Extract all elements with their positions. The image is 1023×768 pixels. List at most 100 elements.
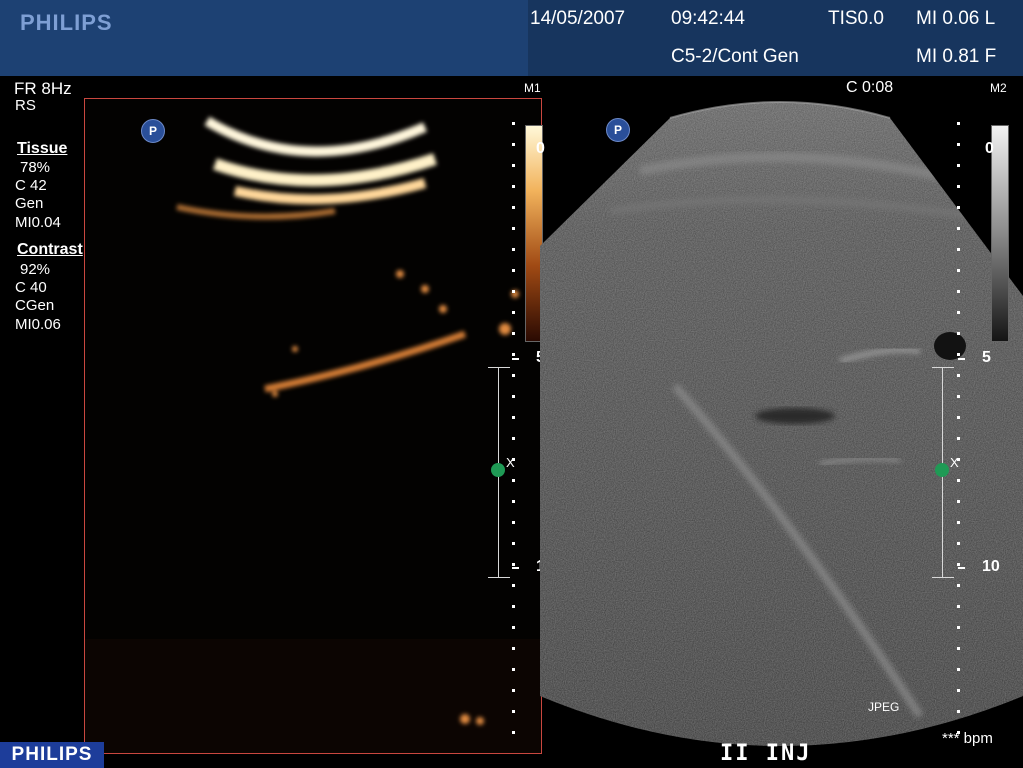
right-depth-dot [957, 248, 960, 251]
right-depth-dot [957, 290, 960, 293]
right-depth-dot [957, 626, 960, 629]
left-depth-dot [512, 353, 515, 356]
right-depth-dot [957, 416, 960, 419]
contrast-mi: MI0.06 [15, 316, 61, 333]
probe-orientation-icon: P [141, 119, 165, 143]
left-depth-tick [512, 567, 519, 569]
tissue-image: P JPEG [540, 96, 1023, 756]
tissue-mi: MI0.04 [15, 214, 61, 231]
left-depth-dot [512, 332, 515, 335]
right-depth-dot [957, 668, 960, 671]
right-image-label: M2 [990, 81, 1007, 95]
left-depth-dot [512, 311, 515, 314]
right-depth-dot [957, 500, 960, 503]
right-depth-dot [957, 437, 960, 440]
left-depth-dot [512, 269, 515, 272]
tissue-percent: 78% [20, 159, 51, 176]
tissue-compression: C 42 [15, 177, 47, 194]
right-depth-dot [957, 311, 960, 314]
right-depth-tick [958, 358, 965, 360]
tissue-scan [540, 101, 1023, 746]
right-depth-dot [957, 353, 960, 356]
right-depth-dot [957, 185, 960, 188]
probe-orientation-icon: P [606, 118, 630, 142]
right-depth-dot [957, 731, 960, 734]
right-depth-dot [957, 584, 960, 587]
right-depth-dot [957, 458, 960, 461]
right-focus-cap [932, 577, 954, 578]
right-depth-dot [957, 269, 960, 272]
right-depth-dot [957, 164, 960, 167]
left-depth-dot [512, 584, 515, 587]
right-focus-marker-icon[interactable] [935, 463, 949, 477]
left-focus-cap [488, 367, 510, 368]
right-depth-dot [957, 143, 960, 146]
left-depth-dot [512, 416, 515, 419]
contrast-compression: C 40 [15, 279, 47, 296]
header-date: 14/05/2007 [530, 8, 626, 29]
header-tis: TIS0.0 [828, 8, 884, 29]
contrast-image-frame: P [84, 98, 542, 754]
left-depth-dot [512, 143, 515, 146]
header-bar: PHILIPS 14/05/2007 09:42:44 TIS0.0 MI 0.… [0, 0, 1023, 76]
right-depth-dot [957, 374, 960, 377]
right-depth-dot [957, 605, 960, 608]
right-depth-dot [957, 206, 960, 209]
header-mi-bottom: MI 0.81 F [916, 46, 997, 67]
tissue-mode: Gen [15, 195, 44, 212]
contrast-percent: 92% [20, 261, 51, 278]
elapsed-timer: C 0:08 [846, 79, 894, 96]
left-depth-dot [512, 626, 515, 629]
right-depth-dot [957, 689, 960, 692]
left-depth-dot [512, 122, 515, 125]
right-depth-dot [957, 395, 960, 398]
right-depth-dot [957, 332, 960, 335]
right-depth-tick [958, 567, 965, 569]
left-image-label: M1 [524, 81, 541, 95]
right-depth-0: 0 [985, 140, 994, 157]
left-depth-dot [512, 563, 515, 566]
right-depth-5: 5 [982, 349, 991, 366]
left-depth-dot [512, 647, 515, 650]
frame-rate: FR 8Hz [14, 79, 72, 98]
ultrasound-screen: PHILIPS 14/05/2007 09:42:44 TIS0.0 MI 0.… [0, 0, 1023, 768]
philips-logo-bottom: PHILIPS [0, 742, 104, 768]
left-depth-dot [512, 710, 515, 713]
left-depth-dot [512, 227, 515, 230]
right-depth-dot [957, 122, 960, 125]
rs-label: RS [15, 97, 36, 114]
header-probe: C5-2/Cont Gen [671, 46, 799, 67]
philips-logo: PHILIPS [20, 10, 113, 35]
left-focus-cap [488, 577, 510, 578]
left-focus-marker-icon[interactable] [491, 463, 505, 477]
left-depth-dot [512, 479, 515, 482]
contrast-mode: CGen [15, 297, 55, 314]
left-depth-dot [512, 164, 515, 167]
contrast-title: Contrast [17, 241, 83, 258]
right-depth-dot [957, 521, 960, 524]
right-focus-cap [932, 367, 954, 368]
right-depth-dot [957, 479, 960, 482]
header-time: 09:42:44 [671, 8, 745, 29]
left-depth-dot [512, 437, 515, 440]
heart-rate-bpm: *** bpm [942, 730, 993, 747]
right-depth-dot [957, 647, 960, 650]
left-depth-dot [512, 395, 515, 398]
left-depth-tick [512, 358, 519, 360]
right-depth-dot [957, 227, 960, 230]
left-depth-dot [512, 248, 515, 251]
left-depth-dot [512, 500, 515, 503]
left-depth-dot [512, 668, 515, 671]
left-depth-dot [512, 689, 515, 692]
left-depth-dot [512, 731, 515, 734]
image-format-label: JPEG [868, 700, 900, 714]
left-depth-dot [512, 542, 515, 545]
logo-panel: PHILIPS [0, 0, 528, 76]
left-depth-dot [512, 290, 515, 293]
left-depth-dot [512, 521, 515, 524]
left-depth-dot [512, 206, 515, 209]
left-depth-dot [512, 185, 515, 188]
header-mi-top: MI 0.06 L [916, 8, 996, 29]
contrast-image [85, 116, 541, 753]
tissue-title: Tissue [17, 140, 68, 157]
